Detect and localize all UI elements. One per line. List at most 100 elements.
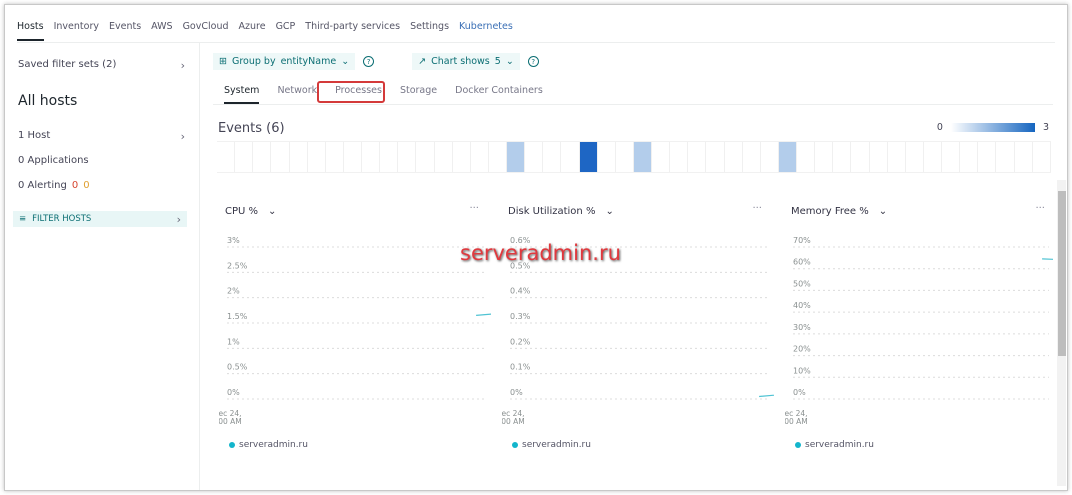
chevron-right-icon: ›	[180, 59, 185, 72]
event-cell[interactable]	[960, 142, 979, 172]
applications-count: 0 Applications	[18, 155, 89, 166]
event-cell[interactable]	[598, 142, 616, 172]
event-cell[interactable]	[525, 142, 544, 172]
y-tick-label: 2.5%	[227, 261, 248, 270]
event-cell[interactable]	[924, 142, 942, 172]
event-cell[interactable]	[652, 142, 671, 172]
event-cell[interactable]	[507, 142, 526, 172]
chevron-down-icon[interactable]: ⌄	[268, 206, 276, 217]
event-cell[interactable]	[344, 142, 362, 172]
more-icon[interactable]: ···	[752, 203, 762, 214]
event-cell[interactable]	[561, 142, 580, 172]
event-cell[interactable]	[906, 142, 924, 172]
tab-azure[interactable]: Azure	[239, 21, 266, 41]
tab-events[interactable]: Events	[109, 21, 141, 41]
chevron-down-icon[interactable]: ⌄	[879, 206, 887, 217]
tab-settings[interactable]: Settings	[410, 21, 449, 41]
event-cell[interactable]	[271, 142, 290, 172]
event-cell[interactable]	[761, 142, 779, 172]
event-cell[interactable]	[888, 142, 906, 172]
tab-docker-containers[interactable]: Docker Containers	[455, 85, 543, 104]
chart-panel-memory: Memory Free % ⌄ ··· 0% 10% 20% 30% 40% 50% 60% 7…	[785, 200, 1057, 460]
toolbar: ⊞ Group by entityName ⌄ ? ↗ Chart shows 5 ⌄ ?	[213, 53, 539, 70]
tab-system[interactable]: System	[224, 85, 260, 104]
event-cell[interactable]	[416, 142, 435, 172]
tab-inventory[interactable]: Inventory	[54, 21, 99, 41]
tab-govcloud[interactable]: GovCloud	[183, 21, 229, 41]
tab-third-party[interactable]: Third-party services	[305, 21, 400, 41]
chart-shows-dropdown[interactable]: ↗ Chart shows 5 ⌄	[412, 53, 520, 70]
filter-hosts-button[interactable]: ≡ FILTER HOSTS ›	[13, 211, 187, 227]
tab-aws[interactable]: AWS	[151, 21, 172, 41]
event-cell[interactable]	[235, 142, 254, 172]
more-icon[interactable]: ···	[1035, 203, 1045, 214]
event-cell[interactable]	[579, 142, 598, 172]
hosts-count: 1 Host	[18, 130, 51, 141]
event-cell[interactable]	[1033, 142, 1051, 172]
event-cell[interactable]	[670, 142, 689, 172]
chart-legend[interactable]: serveradmin.ru	[795, 440, 874, 450]
event-cell[interactable]	[435, 142, 453, 172]
event-cell[interactable]	[290, 142, 308, 172]
tab-storage[interactable]: Storage	[400, 85, 437, 104]
event-cell[interactable]	[543, 142, 562, 172]
help-icon[interactable]: ?	[527, 56, 539, 67]
event-cell[interactable]	[797, 142, 816, 172]
event-cell[interactable]	[706, 142, 725, 172]
event-cell[interactable]	[616, 142, 634, 172]
saved-filter-sets[interactable]: Saved filter sets (2) ›	[18, 59, 185, 72]
more-icon[interactable]: ···	[469, 203, 479, 214]
chart-legend[interactable]: serveradmin.ru	[512, 440, 591, 450]
chevron-down-icon: ⌄	[341, 56, 350, 67]
scrollbar-thumb[interactable]	[1058, 191, 1066, 356]
event-cell[interactable]	[362, 142, 381, 172]
event-cell[interactable]	[217, 142, 236, 172]
event-cell[interactable]	[996, 142, 1015, 172]
event-cell[interactable]	[870, 142, 888, 172]
event-cell[interactable]	[978, 142, 997, 172]
event-cell[interactable]	[380, 142, 399, 172]
event-cell[interactable]	[1015, 142, 1033, 172]
event-cell[interactable]	[308, 142, 326, 172]
chevron-down-icon[interactable]: ⌄	[605, 206, 613, 217]
event-cell[interactable]	[851, 142, 870, 172]
event-cell[interactable]	[815, 142, 834, 172]
event-cell[interactable]	[833, 142, 852, 172]
divider	[213, 104, 1053, 105]
warning-count: 0	[83, 180, 90, 191]
chart-legend[interactable]: serveradmin.ru	[229, 440, 308, 450]
y-tick-label: 40%	[793, 301, 811, 310]
event-cell[interactable]	[453, 142, 471, 172]
event-cell[interactable]	[633, 142, 652, 172]
group-by-dropdown[interactable]: ⊞ Group by entityName ⌄	[213, 53, 356, 70]
legend-label: serveradmin.ru	[805, 440, 874, 450]
event-cell[interactable]	[471, 142, 489, 172]
tab-hosts[interactable]: Hosts	[17, 21, 44, 41]
series-line[interactable]	[759, 257, 774, 399]
y-tick-label: 30%	[793, 323, 811, 332]
event-cell[interactable]	[743, 142, 761, 172]
event-cell[interactable]	[326, 142, 344, 172]
filter-hosts-label: FILTER HOSTS	[32, 214, 92, 224]
events-title: Events (6)	[218, 121, 285, 136]
chart-title: Memory Free %	[791, 206, 869, 217]
y-tick-label: 3%	[227, 236, 240, 245]
event-cell[interactable]	[778, 142, 797, 172]
help-icon[interactable]: ?	[363, 56, 375, 67]
sidebar-item-hosts[interactable]: 1 Host ›	[18, 130, 185, 143]
tab-gcp[interactable]: GCP	[276, 21, 296, 41]
event-cell[interactable]	[725, 142, 743, 172]
event-cell[interactable]	[253, 142, 272, 172]
event-cell[interactable]	[942, 142, 961, 172]
sidebar-item-applications[interactable]: 0 Applications	[18, 155, 185, 166]
event-cell[interactable]	[688, 142, 707, 172]
tab-network[interactable]: Network	[277, 85, 317, 104]
chart-panel-disk: Disk Utilization % ⌄ ··· 0% 0.1% 0.2% 0.3% 0.…	[502, 200, 774, 460]
series-line[interactable]	[1042, 258, 1053, 270]
event-cell[interactable]	[398, 142, 417, 172]
tab-kubernetes[interactable]: Kubernetes	[459, 21, 513, 41]
y-tick-label: 0.4%	[510, 287, 531, 296]
sidebar-item-alerting[interactable]: 0 Alerting 0 0	[18, 180, 185, 191]
scale-gradient	[950, 123, 1035, 132]
event-cell[interactable]	[489, 142, 507, 172]
